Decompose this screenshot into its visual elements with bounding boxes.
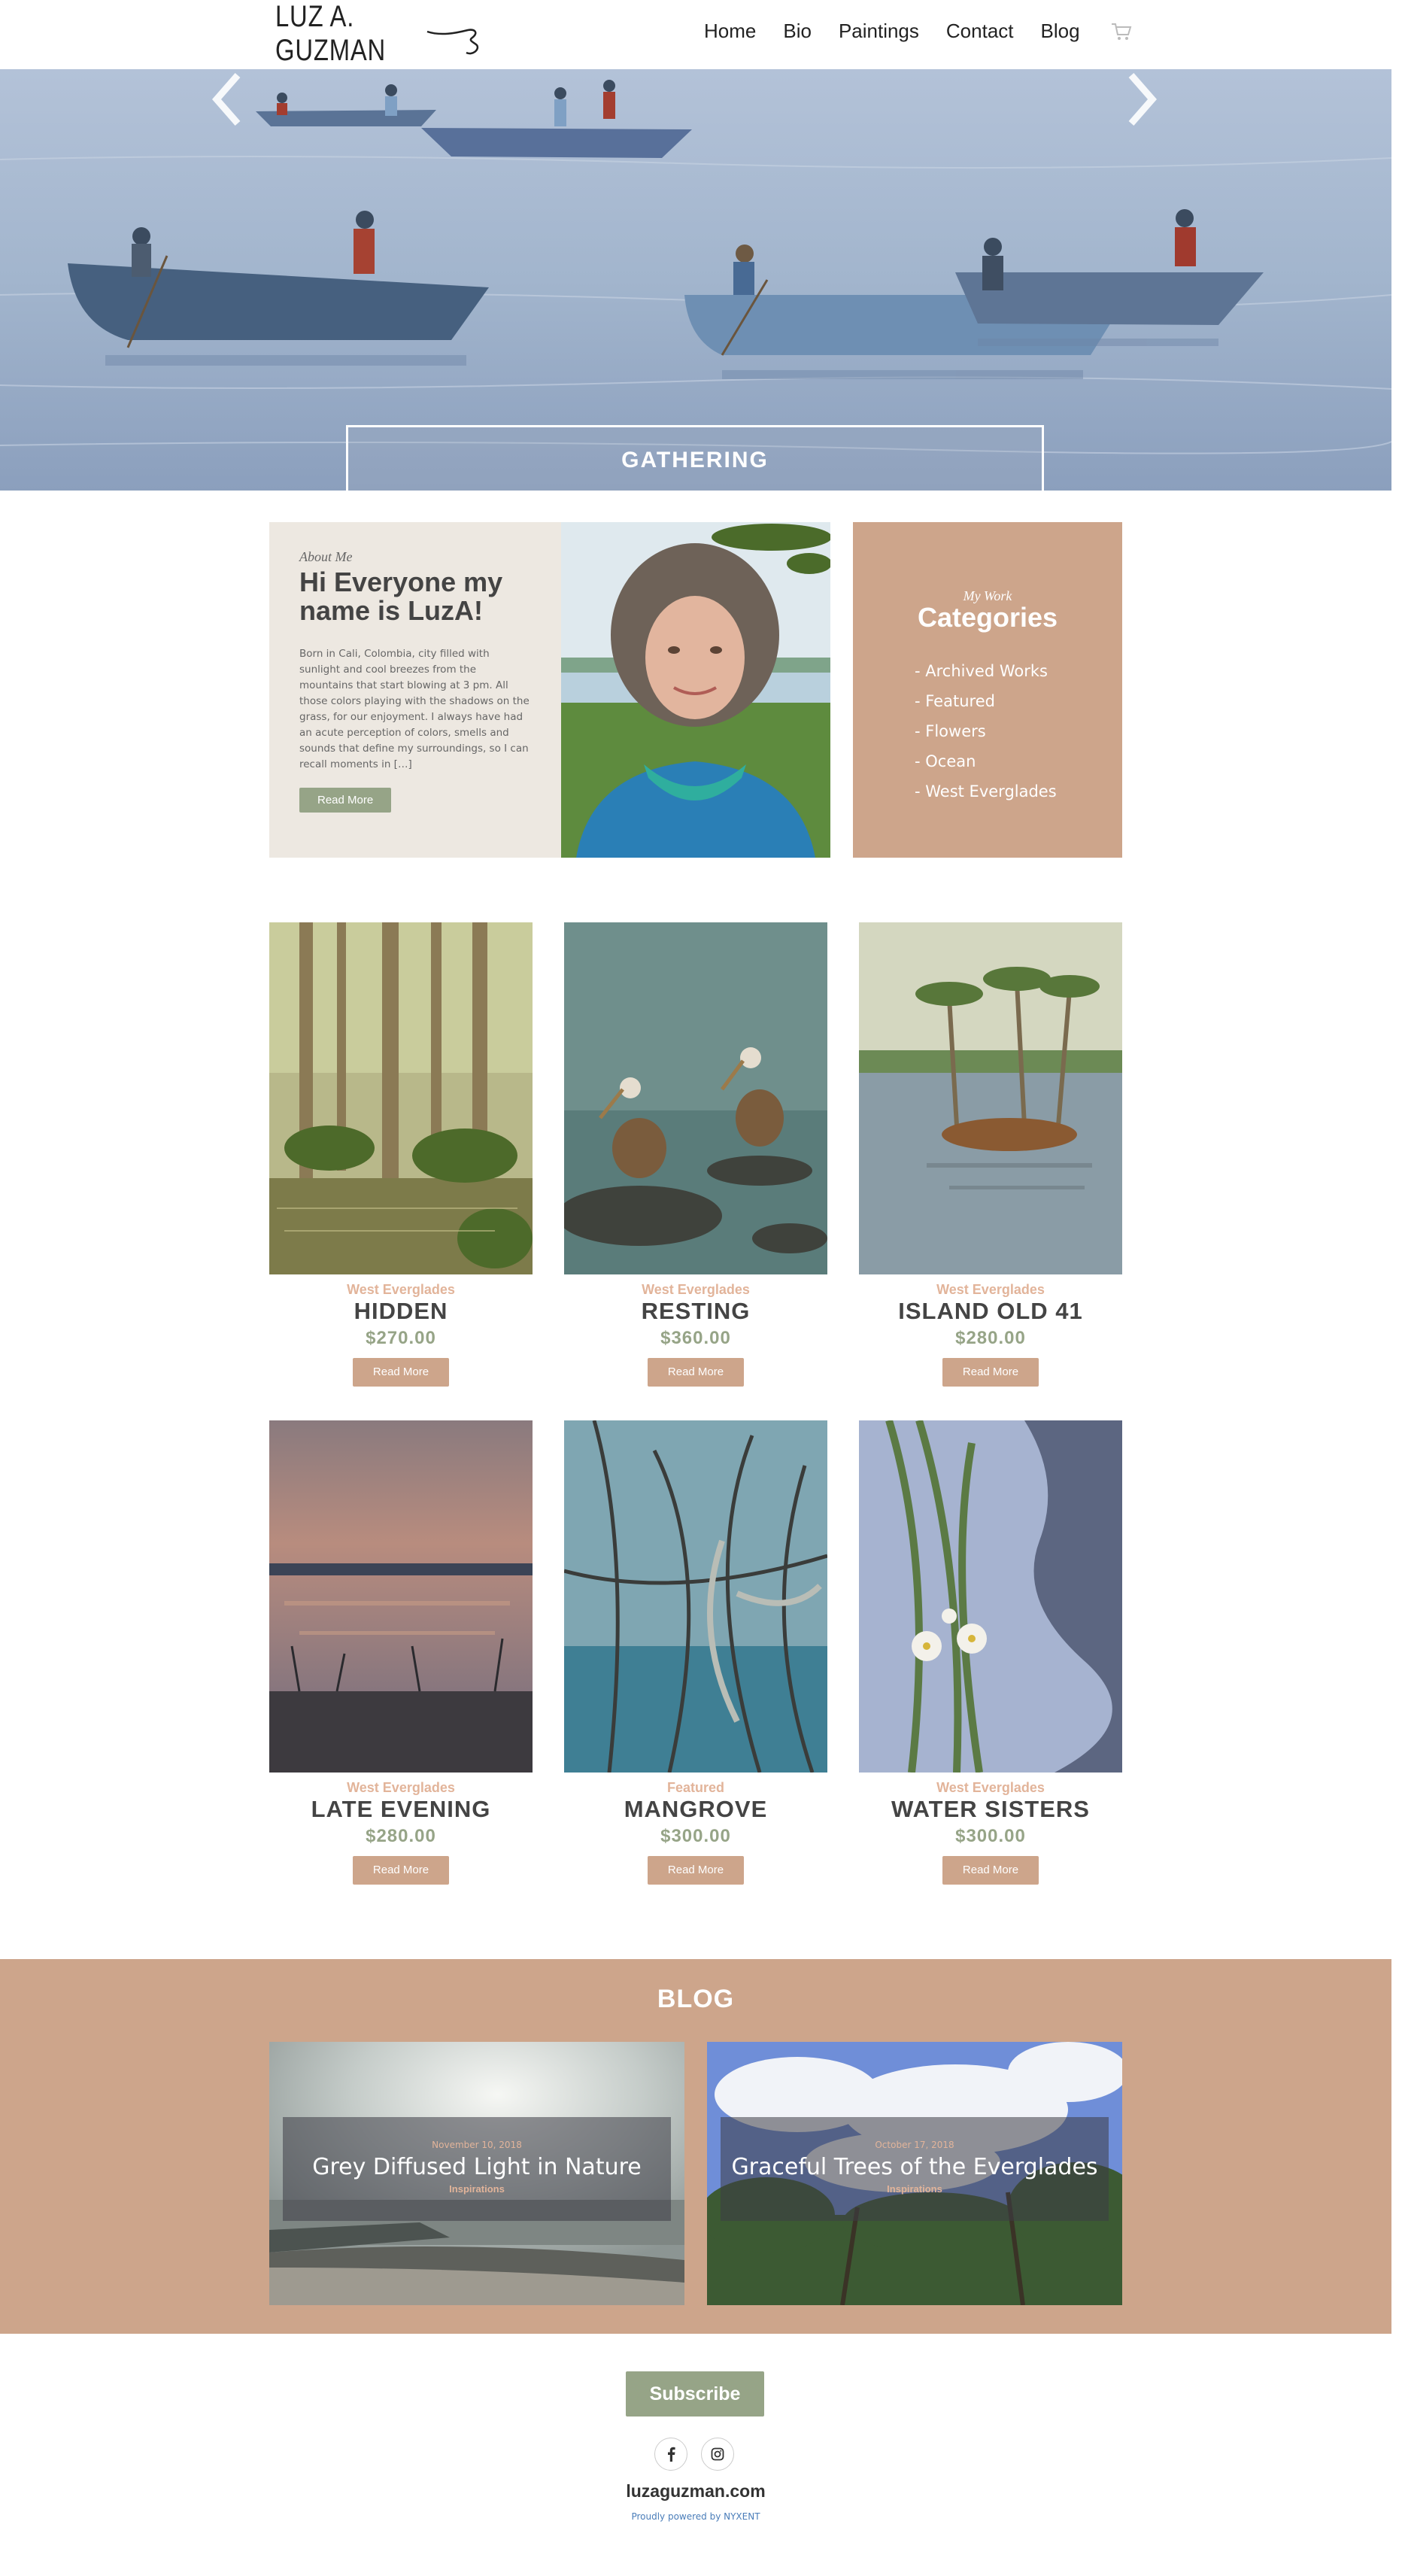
- product-card: West Everglades WATER SISTERS $300.00 Re…: [859, 1420, 1122, 1885]
- product-card: West Everglades LATE EVENING $280.00 Rea…: [269, 1420, 533, 1885]
- product-price: $360.00: [660, 1328, 731, 1348]
- product-category[interactable]: West Everglades: [859, 1780, 1122, 1796]
- subscribe-button[interactable]: Subscribe: [626, 2371, 764, 2417]
- footer-site-name[interactable]: luzaguzman.com: [0, 2481, 1391, 2502]
- product-read-more-button[interactable]: Read More: [648, 1856, 744, 1885]
- category-flowers[interactable]: - Flowers: [915, 716, 1057, 746]
- chevron-left-icon[interactable]: [208, 69, 245, 129]
- blog-section: BLOG November 10, 2018 Grey Diffused Lig…: [0, 1959, 1391, 2334]
- blog-post-card[interactable]: October 17, 2018 Graceful Trees of the E…: [707, 2042, 1122, 2305]
- artist-portrait: [561, 522, 830, 858]
- product-name[interactable]: WATER SISTERS: [859, 1796, 1122, 1823]
- product-card: West Everglades HIDDEN $270.00 Read More: [269, 922, 533, 1387]
- product-read-more-button[interactable]: Read More: [353, 1856, 449, 1885]
- product-card: West Everglades RESTING $360.00 Read Mor…: [564, 922, 827, 1387]
- product-image-late-evening[interactable]: [269, 1420, 533, 1773]
- categories-list: - Archived Works - Featured - Flowers - …: [915, 656, 1057, 807]
- nav-home[interactable]: Home: [704, 20, 756, 43]
- categories-card: My Work Categories - Archived Works - Fe…: [853, 522, 1122, 858]
- product-name[interactable]: LATE EVENING: [269, 1796, 533, 1823]
- product-image-hidden[interactable]: [269, 922, 533, 1274]
- blog-post-title[interactable]: Graceful Trees of the Everglades: [721, 2153, 1109, 2182]
- blog-post-category[interactable]: Inspirations: [283, 2183, 671, 2195]
- product-price: $300.00: [955, 1826, 1026, 1846]
- about-subtitle: About Me: [299, 549, 353, 564]
- product-read-more-button[interactable]: Read More: [353, 1358, 449, 1387]
- nav-paintings[interactable]: Paintings: [839, 20, 919, 43]
- product-name[interactable]: MANGROVE: [564, 1796, 827, 1823]
- about-body: Born in Cali, Colombia, city filled with…: [299, 648, 530, 770]
- blog-post-card[interactable]: November 10, 2018 Grey Diffused Light in…: [269, 2042, 684, 2305]
- product-name[interactable]: ISLAND OLD 41: [859, 1298, 1122, 1325]
- product-category[interactable]: West Everglades: [269, 1780, 533, 1796]
- product-read-more-button[interactable]: Read More: [942, 1856, 1039, 1885]
- nav-blog[interactable]: Blog: [1041, 20, 1080, 43]
- product-card: West Everglades ISLAND OLD 41 $280.00 Re…: [859, 922, 1122, 1387]
- product-category[interactable]: West Everglades: [564, 1282, 827, 1298]
- product-price: $270.00: [366, 1328, 436, 1348]
- blog-post-category[interactable]: Inspirations: [721, 2183, 1109, 2195]
- slide-caption[interactable]: GATHERING: [346, 425, 1044, 491]
- blog-post-date: November 10, 2018: [432, 2140, 522, 2150]
- hero-slider: GATHERING: [0, 69, 1391, 491]
- product-image-island-old-41[interactable]: [859, 922, 1122, 1274]
- category-ocean[interactable]: - Ocean: [915, 746, 1057, 776]
- product-image-resting[interactable]: [564, 922, 827, 1274]
- product-read-more-button[interactable]: Read More: [648, 1358, 744, 1387]
- product-name[interactable]: RESTING: [564, 1298, 827, 1325]
- nav-bio[interactable]: Bio: [783, 20, 812, 43]
- main-nav: Home Bio Paintings Contact Blog: [704, 20, 1133, 43]
- instagram-icon[interactable]: [701, 2438, 734, 2471]
- product-category[interactable]: Featured: [564, 1780, 827, 1796]
- site-header: LUZ A. GUZMAN Home Bio Paintings Contact…: [0, 0, 1402, 69]
- product-price: $280.00: [955, 1328, 1026, 1348]
- category-archived-works[interactable]: - Archived Works: [915, 656, 1057, 686]
- product-image-water-sisters[interactable]: [859, 1420, 1122, 1773]
- footer-powered-by[interactable]: Proudly powered by NYXENT: [0, 2511, 1391, 2522]
- slide-caption-text: GATHERING: [621, 447, 769, 472]
- product-price: $300.00: [660, 1826, 731, 1846]
- facebook-icon[interactable]: [654, 2438, 687, 2471]
- signature-icon: [426, 29, 479, 55]
- product-category[interactable]: West Everglades: [859, 1282, 1122, 1298]
- about-title: Hi Everyone my name is LuzA!: [299, 567, 503, 626]
- chevron-right-icon[interactable]: [1124, 69, 1161, 129]
- categories-title: Categories: [917, 602, 1058, 633]
- shopping-cart-icon[interactable]: [1110, 22, 1133, 41]
- about-read-more-button[interactable]: Read More: [299, 788, 392, 813]
- about-card: About Me Hi Everyone my name is LuzA! Bo…: [269, 522, 561, 858]
- blog-post-overlay: October 17, 2018 Graceful Trees of the E…: [721, 2117, 1109, 2221]
- blog-post-title[interactable]: Grey Diffused Light in Nature: [283, 2153, 671, 2182]
- blog-post-overlay: November 10, 2018 Grey Diffused Light in…: [283, 2117, 671, 2221]
- product-card: Featured MANGROVE $300.00 Read More: [564, 1420, 827, 1885]
- product-read-more-button[interactable]: Read More: [942, 1358, 1039, 1387]
- category-featured[interactable]: - Featured: [915, 686, 1057, 716]
- product-image-mangrove[interactable]: [564, 1420, 827, 1773]
- category-west-everglades[interactable]: - West Everglades: [915, 776, 1057, 807]
- product-name[interactable]: HIDDEN: [269, 1298, 533, 1325]
- product-price: $280.00: [366, 1826, 436, 1846]
- product-category[interactable]: West Everglades: [269, 1282, 533, 1298]
- blog-title: BLOG: [657, 1985, 735, 2013]
- logo-text: LUZ A. GUZMAN: [275, 0, 387, 67]
- nav-contact[interactable]: Contact: [946, 20, 1014, 43]
- site-logo[interactable]: LUZ A. GUZMAN: [275, 0, 486, 67]
- blog-post-date: October 17, 2018: [875, 2140, 954, 2150]
